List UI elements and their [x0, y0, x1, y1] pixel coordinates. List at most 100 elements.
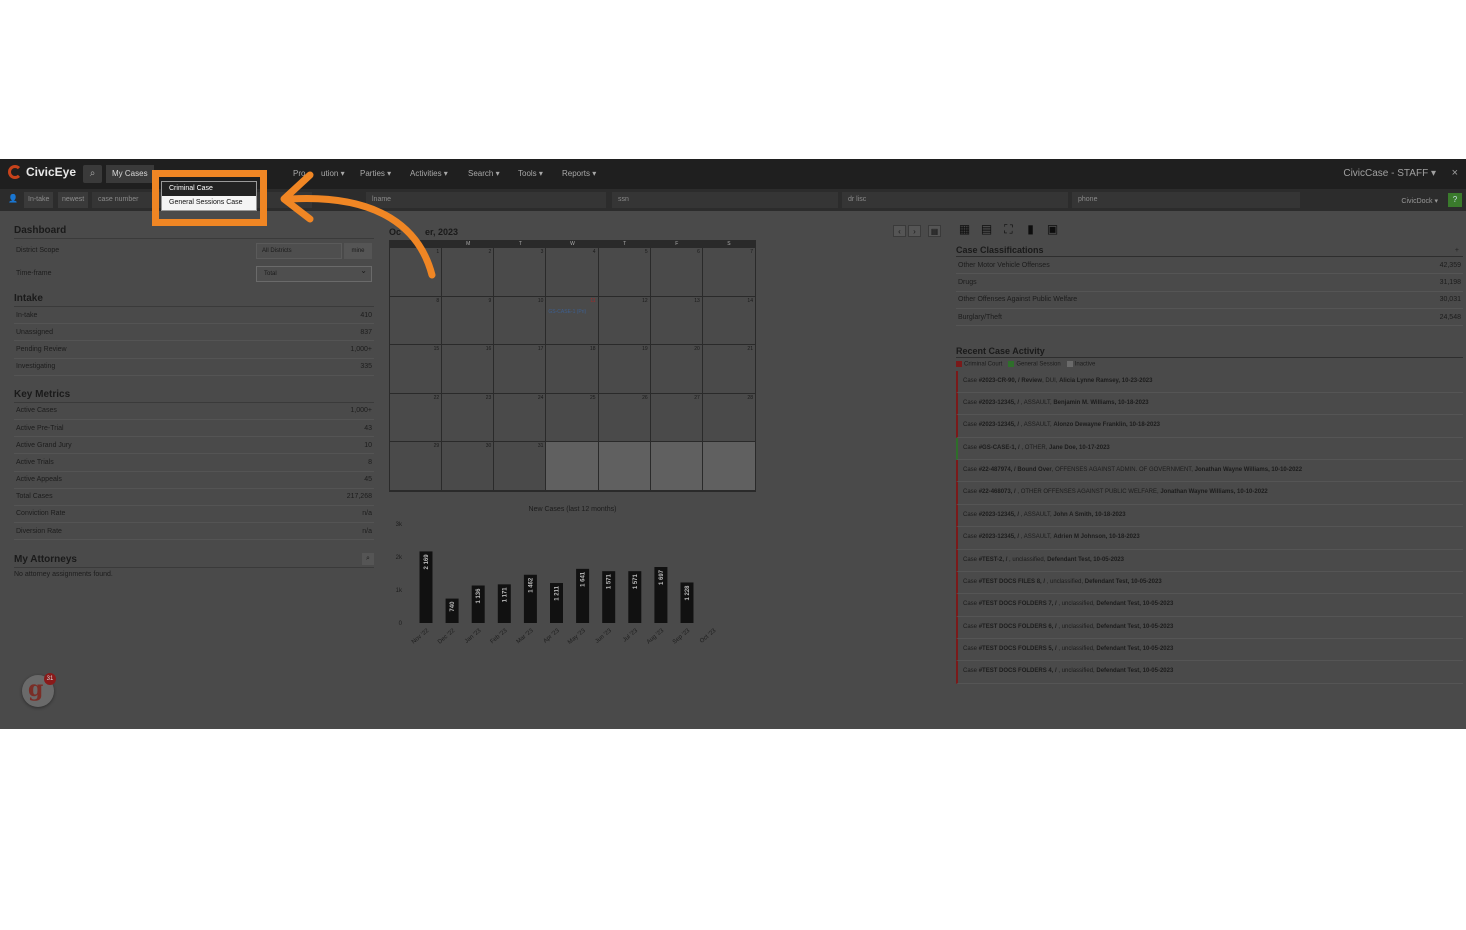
- document-icon[interactable]: ▮: [1024, 223, 1037, 236]
- calendar-day-cell[interactable]: 7: [702, 248, 755, 297]
- day-number: 15: [433, 346, 440, 353]
- classification-row[interactable]: Other Motor Vehicle Offenses 42,359: [956, 257, 1463, 275]
- metric-row[interactable]: Total Cases 217,268: [14, 489, 374, 506]
- activity-row[interactable]: Case #22-487974, / Bound Over, OFFENSES …: [956, 460, 1463, 483]
- calendar-day-cell[interactable]: 29: [390, 442, 443, 491]
- brand-right[interactable]: CivicCase - STAFF ▾: [1343, 168, 1436, 179]
- activity-row[interactable]: Case #TEST DOCS FOLDERS 4, / , unclassif…: [956, 661, 1463, 684]
- activity-row[interactable]: Case #2023-12345, / , ASSAULT, Adrien M …: [956, 527, 1463, 550]
- intake-label: Investigating: [16, 363, 56, 371]
- calendar-day-cell[interactable]: 27: [650, 393, 703, 443]
- activity-row[interactable]: Case #TEST-2, / , unclassified, Defendan…: [956, 549, 1463, 572]
- metric-value: 10: [364, 441, 372, 449]
- calendar-day-cell[interactable]: 20: [650, 345, 703, 394]
- metric-row[interactable]: Active Trials 8: [14, 454, 374, 472]
- close-icon[interactable]: ×: [1452, 167, 1458, 179]
- activity-row[interactable]: Case #TEST DOCS FOLDERS 5, / , unclassif…: [956, 638, 1463, 662]
- classification-row[interactable]: Other Offenses Against Public Welfare 30,…: [956, 292, 1463, 309]
- metric-row[interactable]: Diversion Rate n/a: [14, 523, 374, 541]
- activity-pre: Case: [963, 578, 979, 585]
- calendar-day-cell[interactable]: 28: [702, 394, 755, 443]
- calendar-day-cell[interactable]: 31: [494, 442, 547, 491]
- calendar-day-cell[interactable]: 15: [390, 345, 443, 394]
- activity-pre: Case: [963, 556, 979, 563]
- calendar-day-cell[interactable]: 4: [546, 248, 599, 297]
- attorney-search-icon[interactable]: ⌕: [362, 553, 374, 566]
- intake-row[interactable]: Pending Review 1,000+: [14, 341, 374, 359]
- calendar-day-cell[interactable]: 8: [390, 296, 443, 346]
- search-icon[interactable]: ⌕: [83, 165, 102, 183]
- day-number: 6: [697, 249, 700, 255]
- phone-input[interactable]: phone: [1072, 192, 1300, 208]
- calendar-day-cell[interactable]: 5: [598, 248, 651, 297]
- intake-button[interactable]: In-take: [24, 192, 54, 208]
- calendar-day-cell[interactable]: 13: [650, 296, 703, 346]
- x-tick-label: Mar '23: [516, 628, 536, 646]
- calendar-day-cell[interactable]: 17: [494, 345, 547, 394]
- calendar-day-cell[interactable]: 6: [650, 248, 703, 297]
- activity-row[interactable]: Case #TEST DOCS FOLDERS 7, / , unclassif…: [956, 594, 1463, 617]
- metric-row[interactable]: Active Cases 1,000+: [14, 403, 374, 420]
- classification-row[interactable]: Drugs 31,198: [956, 274, 1463, 292]
- bar-value-label: 1 641: [581, 571, 587, 587]
- activity-mid: , unclassified,: [1056, 645, 1097, 652]
- g-badge[interactable]: g 31: [22, 673, 56, 707]
- app-logo[interactable]: CivicEye: [8, 165, 76, 179]
- calendar-day-cell[interactable]: 23: [442, 393, 495, 443]
- classifications-expand-button[interactable]: +: [1455, 247, 1463, 254]
- calendar-day-cell[interactable]: 9: [442, 296, 495, 346]
- activity-row[interactable]: Case #GS-CASE-1, / , OTHER, Jane Doe, 10…: [956, 437, 1463, 461]
- calendar-day-cell[interactable]: 14: [702, 297, 755, 346]
- intake-row[interactable]: In-take 410: [14, 307, 374, 325]
- ssn-input[interactable]: ssn: [612, 192, 838, 208]
- activity-row[interactable]: Case #2023-CR-90, / Review, DUI, Alicia …: [956, 370, 1463, 394]
- classification-row[interactable]: Burglary/Theft 24,548: [956, 309, 1463, 327]
- calendar-day-cell[interactable]: 11 GS-CASE-1 (Pri): [546, 296, 599, 346]
- newest-button[interactable]: newest: [58, 192, 89, 208]
- calendar-icon[interactable]: ▦: [928, 225, 941, 237]
- calendar-day-cell[interactable]: 10: [494, 296, 547, 346]
- intake-row[interactable]: Unassigned 837: [14, 324, 374, 342]
- nav-tools[interactable]: Tools ▾: [518, 169, 543, 178]
- calendar-day-cell[interactable]: 16: [442, 345, 495, 394]
- activity-row[interactable]: Case #2023-12345, / , ASSAULT, John A Sm…: [956, 504, 1463, 528]
- calendar-event[interactable]: GS-CASE-1 (Pri): [548, 309, 586, 315]
- calendar-day-cell[interactable]: 25: [546, 393, 599, 443]
- nav-reports[interactable]: Reports ▾: [562, 169, 596, 178]
- calendar-day-cell[interactable]: 18: [546, 345, 599, 394]
- activity-row[interactable]: Case #2023-12345, / , ASSAULT, Alonzo De…: [956, 415, 1463, 438]
- x-tick-label: Aug '23: [646, 628, 666, 646]
- calendar-icon[interactable]: ▤: [980, 223, 993, 236]
- civicdock-menu[interactable]: CivicDock ▾: [1401, 197, 1438, 205]
- metric-row[interactable]: Active Pre-Trial 43: [14, 420, 374, 438]
- activity-row[interactable]: Case #2023-12345, / , ASSAULT, Benjamin …: [956, 393, 1463, 416]
- activity-row[interactable]: Case #TEST DOCS FOLDERS 6, / , unclassif…: [956, 616, 1463, 639]
- help-button[interactable]: ?: [1448, 193, 1462, 207]
- calendar-day-cell[interactable]: 22: [390, 393, 443, 443]
- intake-row[interactable]: Investigating 335: [14, 359, 374, 376]
- calendar-prev-button[interactable]: ‹: [893, 225, 906, 237]
- calendar-day-cell[interactable]: 24: [494, 393, 547, 443]
- activity-row[interactable]: Case #TEST DOCS FILES 8, / , unclassifie…: [956, 571, 1463, 595]
- calendar-day-cell[interactable]: 21: [702, 345, 755, 394]
- metric-row[interactable]: Active Appeals 45: [14, 472, 374, 489]
- metric-row[interactable]: Active Grand Jury 10: [14, 437, 374, 455]
- nav-my-cases[interactable]: My Cases: [106, 165, 154, 183]
- calculator-icon[interactable]: ▦: [958, 223, 971, 236]
- org-chart-icon[interactable]: ⛶: [1002, 223, 1015, 236]
- calendar-day-cell[interactable]: 26: [598, 393, 651, 443]
- calendar-day-cell[interactable]: 3: [494, 248, 547, 297]
- calendar-day-cell[interactable]: 12: [598, 296, 651, 346]
- calendar-day-cell[interactable]: 30: [442, 442, 495, 491]
- metric-label: Active Appeals: [16, 476, 62, 484]
- metric-row[interactable]: Conviction Rate n/a: [14, 506, 374, 524]
- user-icon[interactable]: 👤: [8, 194, 18, 203]
- calendar-next-button[interactable]: ›: [908, 225, 921, 237]
- book-icon[interactable]: ▣: [1046, 223, 1059, 236]
- calendar-day-cell[interactable]: 19: [598, 345, 651, 394]
- activity-pre: Case: [963, 534, 979, 541]
- activity-row[interactable]: Case #22-468073, / , OTHER OFFENSES AGAI…: [956, 482, 1463, 505]
- nav-search[interactable]: Search ▾: [468, 169, 500, 178]
- classification-label: Burglary/Theft: [958, 313, 1002, 321]
- dl-input[interactable]: dr lisc: [842, 192, 1068, 208]
